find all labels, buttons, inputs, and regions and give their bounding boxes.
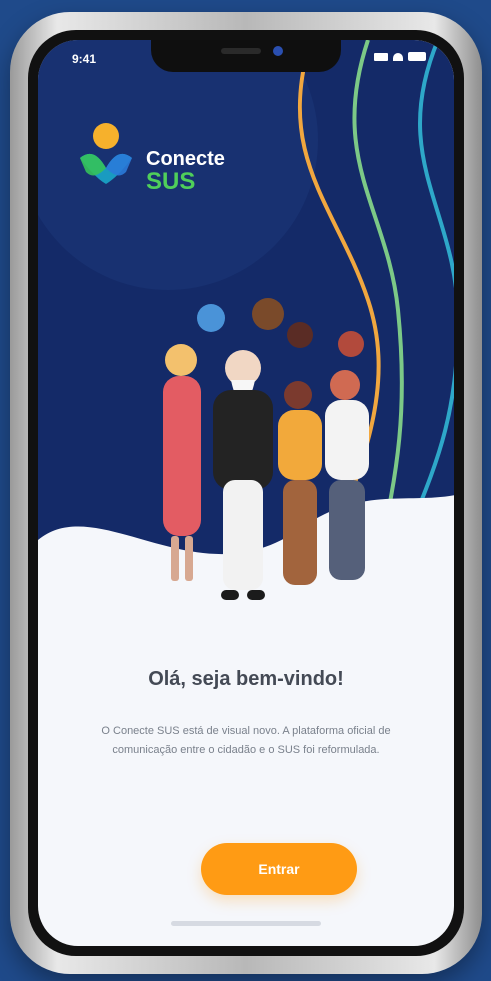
person-top-shape bbox=[325, 400, 369, 480]
person-pants-shape bbox=[329, 480, 365, 580]
hero-line-teal bbox=[396, 40, 454, 560]
person-pants-shape bbox=[283, 480, 317, 585]
phone-screen: 9:41 Conecte SUS Olá, seja bem-vindo! O … bbox=[38, 40, 454, 946]
phone-bezel: 9:41 Conecte SUS Olá, seja bem-vindo! O … bbox=[28, 30, 464, 956]
battery-icon bbox=[408, 52, 426, 61]
notch bbox=[151, 40, 341, 72]
wifi-icon bbox=[393, 52, 403, 61]
person-shoe-shape bbox=[221, 590, 239, 600]
person-head-shape bbox=[287, 322, 313, 348]
enter-button[interactable]: Entrar bbox=[201, 843, 357, 895]
notch-speaker bbox=[221, 48, 261, 54]
signal-icon bbox=[374, 52, 388, 61]
person-shirt-shape bbox=[278, 410, 322, 480]
logo-text-sus: SUS bbox=[146, 168, 196, 195]
page: 9:41 Conecte SUS Olá, seja bem-vindo! O … bbox=[0, 0, 491, 981]
logo-sun-shape bbox=[93, 123, 119, 149]
phone-frame: 9:41 Conecte SUS Olá, seja bem-vindo! O … bbox=[10, 12, 482, 974]
conecte-sus-logo: Conecte SUS bbox=[68, 120, 258, 210]
person-jacket-shape bbox=[213, 390, 273, 490]
person-head-shape bbox=[338, 331, 364, 357]
people-illustration bbox=[163, 298, 369, 600]
camera-icon bbox=[273, 46, 283, 56]
person-dress-shape bbox=[163, 376, 201, 536]
person-head-shape bbox=[165, 344, 197, 376]
person-head-shape bbox=[284, 381, 312, 409]
logo-mark-icon bbox=[80, 123, 132, 184]
welcome-description: O Conecte SUS está de visual novo. A pla… bbox=[101, 725, 391, 756]
person-leg-shape bbox=[171, 536, 179, 581]
home-indicator bbox=[171, 921, 321, 926]
person-head-shape bbox=[197, 304, 225, 332]
person-leg-shape bbox=[185, 536, 193, 581]
person-head-shape bbox=[252, 298, 284, 330]
welcome-title: Olá, seja bem-vindo! bbox=[148, 668, 344, 690]
person-shoe-shape bbox=[247, 590, 265, 600]
person-pants-shape bbox=[223, 480, 263, 590]
person-head-shape bbox=[330, 370, 360, 400]
status-icons bbox=[374, 52, 426, 61]
status-time: 9:41 bbox=[72, 52, 97, 66]
